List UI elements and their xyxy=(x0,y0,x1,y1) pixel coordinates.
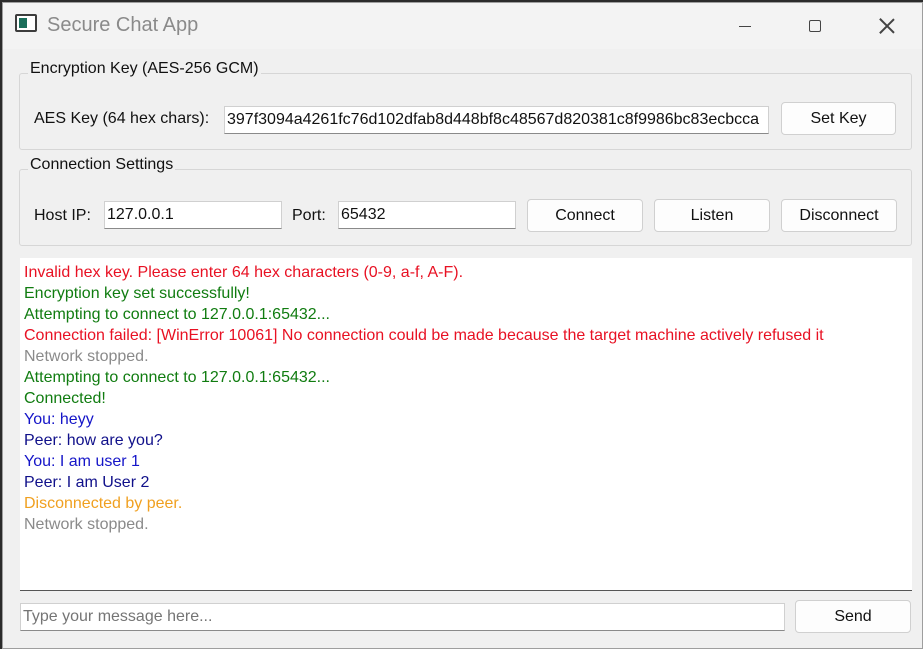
log-line: Network stopped. xyxy=(24,516,149,533)
message-input[interactable] xyxy=(20,603,785,631)
disconnect-button[interactable]: Disconnect xyxy=(781,199,897,232)
host-ip-label: Host IP: xyxy=(34,207,91,224)
log-line: Encryption key set successfully! xyxy=(24,285,250,302)
port-label: Port: xyxy=(292,207,326,224)
window-title: Secure Chat App xyxy=(47,14,199,36)
maximize-button[interactable] xyxy=(780,3,850,49)
minimize-icon xyxy=(739,25,751,27)
close-button[interactable] xyxy=(852,3,922,49)
connect-button[interactable]: Connect xyxy=(527,199,643,232)
encryption-key-group: Encryption Key (AES-256 GCM) AES Key (64… xyxy=(19,60,912,150)
set-key-button[interactable]: Set Key xyxy=(781,102,896,135)
log-line: Invalid hex key. Please enter 64 hex cha… xyxy=(24,264,464,281)
connection-group-title: Connection Settings xyxy=(28,156,176,174)
listen-button[interactable]: Listen xyxy=(654,199,770,232)
close-icon xyxy=(879,18,895,34)
minimize-button[interactable] xyxy=(710,3,780,49)
chat-log[interactable]: Invalid hex key. Please enter 64 hex cha… xyxy=(20,258,912,591)
log-line: You: I am user 1 xyxy=(24,453,140,470)
log-line: You: heyy xyxy=(24,411,94,428)
host-ip-input[interactable] xyxy=(104,201,282,229)
log-line: Disconnected by peer. xyxy=(24,495,183,512)
log-line: Peer: I am User 2 xyxy=(24,474,150,491)
aes-key-label: AES Key (64 hex chars): xyxy=(34,110,210,127)
log-line: Connection failed: [WinError 10061] No c… xyxy=(24,327,824,344)
connection-settings-group: Connection Settings Host IP: Port: Conne… xyxy=(19,156,912,246)
log-line: Attempting to connect to 127.0.0.1:65432… xyxy=(24,306,330,323)
title-bar[interactable]: Secure Chat App xyxy=(3,3,922,49)
app-icon xyxy=(15,14,37,32)
send-button[interactable]: Send xyxy=(795,600,911,633)
maximize-icon xyxy=(809,20,821,32)
app-window: Secure Chat App Encryption Key (AES-256 … xyxy=(2,2,923,649)
log-line: Connected! xyxy=(24,390,106,407)
aes-key-input[interactable] xyxy=(224,106,769,134)
encryption-group-title: Encryption Key (AES-256 GCM) xyxy=(28,60,261,78)
port-input[interactable] xyxy=(338,201,516,229)
log-line: Peer: how are you? xyxy=(24,432,163,449)
log-line: Network stopped. xyxy=(24,348,149,365)
log-line: Attempting to connect to 127.0.0.1:65432… xyxy=(24,369,330,386)
